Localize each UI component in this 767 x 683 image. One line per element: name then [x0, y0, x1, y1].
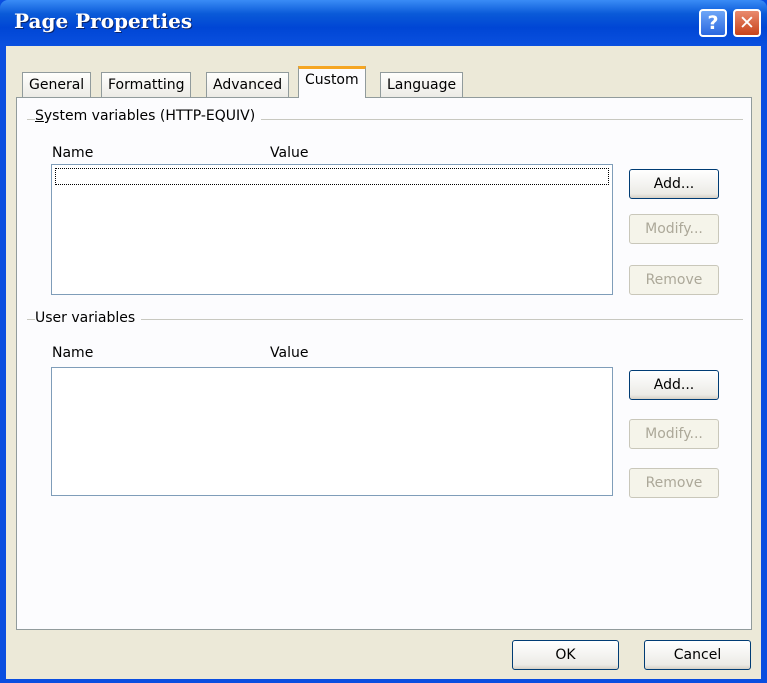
dialog-window: Page Properties ? ✕ General Formatting A…	[0, 0, 767, 683]
ok-button[interactable]: OK	[512, 640, 619, 670]
tab-label: Formatting	[108, 77, 185, 93]
add-button-label: Add...	[653, 377, 695, 393]
tab-custom[interactable]: Custom	[298, 66, 366, 98]
tab-label: General	[29, 77, 85, 93]
system-add-button[interactable]: Add...	[629, 169, 719, 199]
help-icon: ?	[707, 12, 719, 34]
add-button-label: Add...	[653, 176, 695, 192]
tab-formatting[interactable]: Formatting	[101, 72, 192, 97]
close-button[interactable]: ✕	[733, 9, 761, 37]
user-variables-list[interactable]	[51, 367, 613, 496]
cancel-button-label: Cancel	[673, 647, 722, 663]
user-variables-group-label: User variables	[35, 310, 142, 326]
dialog-title: Page Properties	[14, 9, 193, 33]
focus-rectangle	[55, 168, 609, 185]
close-icon: ✕	[739, 12, 755, 34]
system-variables-group-label: System variables (HTTP-EQUIV)	[35, 108, 262, 124]
tab-language[interactable]: Language	[380, 72, 464, 97]
tab-advanced[interactable]: Advanced	[206, 72, 290, 97]
system-name-column-header: Name	[52, 145, 94, 161]
tab-label: Language	[387, 77, 457, 93]
system-remove-button[interactable]: Remove	[629, 265, 719, 295]
cancel-button[interactable]: Cancel	[644, 640, 751, 670]
remove-button-label: Remove	[645, 475, 703, 491]
dialog-client-area: General Formatting Advanced Custom Langu…	[6, 46, 761, 679]
custom-tab-panel: System variables (HTTP-EQUIV) Name Value…	[16, 97, 752, 630]
user-add-button[interactable]: Add...	[629, 370, 719, 400]
system-modify-button[interactable]: Modify...	[629, 214, 719, 244]
tab-label: Custom	[305, 72, 359, 88]
tab-general[interactable]: General	[22, 72, 92, 97]
modify-button-label: Modify...	[645, 221, 703, 237]
modify-button-label: Modify...	[645, 426, 703, 442]
tab-label: Advanced	[213, 77, 283, 93]
system-variables-list[interactable]	[51, 164, 613, 295]
ok-button-label: OK	[555, 647, 576, 663]
title-bar[interactable]: Page Properties ? ✕	[0, 0, 767, 46]
user-name-column-header: Name	[52, 345, 94, 361]
user-remove-button[interactable]: Remove	[629, 468, 719, 498]
help-button[interactable]: ?	[699, 9, 727, 37]
remove-button-label: Remove	[645, 272, 703, 288]
user-modify-button[interactable]: Modify...	[629, 419, 719, 449]
system-value-column-header: Value	[270, 145, 309, 161]
user-value-column-header: Value	[270, 345, 309, 361]
